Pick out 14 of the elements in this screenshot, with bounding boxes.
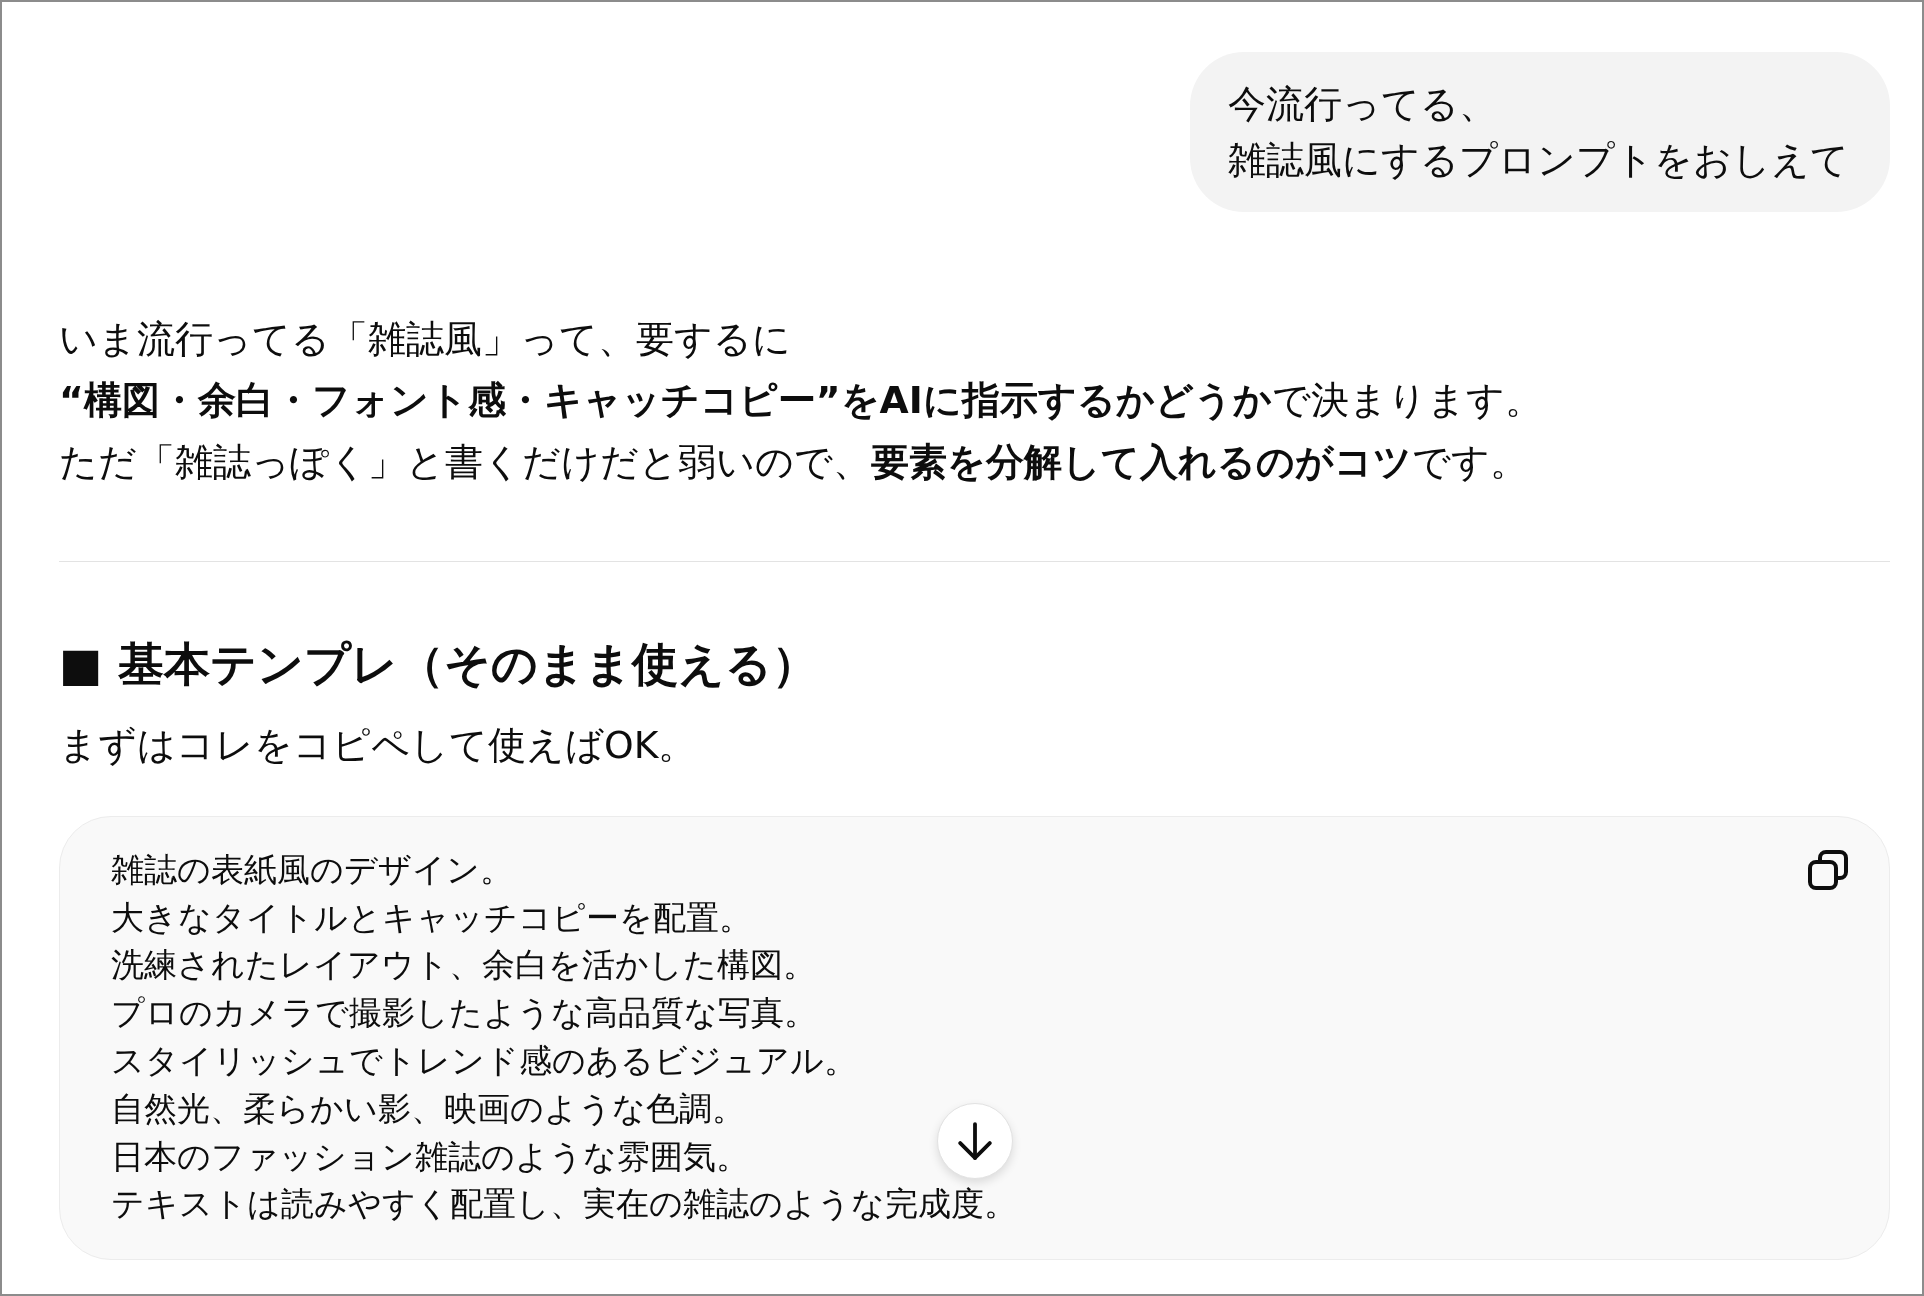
prompt-line: 日本のファッション雑誌のような雰囲気。 xyxy=(111,1136,749,1178)
copy-button[interactable] xyxy=(1808,849,1848,890)
prompt-line: 自然光、柔らかい影、映画のような色調。 xyxy=(111,1088,745,1130)
section-heading: ■ 基本テンプレ（そのまま使える） xyxy=(59,635,819,693)
copy-icon xyxy=(1808,849,1848,890)
prompt-line: 雑誌の表紙風のデザイン。 xyxy=(111,849,513,891)
answer-paragraph: いま流行ってる「雑誌風」って、要するに “構図・余白・フォント感・キャッチコピー”をAIに指示するかどうかで決まります。 ただ「雑誌っぽく」と書くだけだと弱いので、要素を分解して入れるのがコツです。 xyxy=(59,316,1543,486)
prompt-line: 大きなタイトルとキャッチコピーを配置。 xyxy=(111,897,752,939)
prompt-line: スタイリッシュでトレンド感のあるビジュアル。 xyxy=(111,1041,857,1083)
prompt-line: 洗練されたレイアウト、余白を活かした構図。 xyxy=(111,945,816,987)
prompt-line: プロのカメラで撮影したような高品質な写真。 xyxy=(111,993,817,1035)
prompt-line: テキストは読みやすく配置し、実在の雑誌のような完成度。 xyxy=(111,1184,1017,1226)
section-subtitle: まずはコレをコピペして使えばOK。 xyxy=(59,721,697,769)
user-message-bubble: 今流行ってる、 雑誌風にするプロンプトをおしえて xyxy=(1190,52,1890,212)
